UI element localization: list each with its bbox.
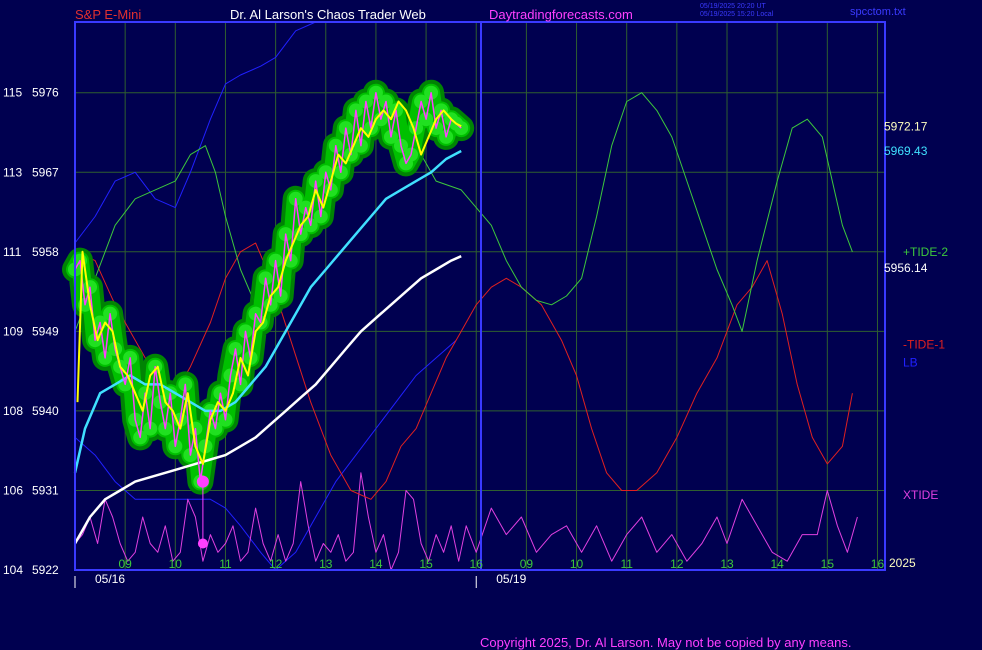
low-marker-dot [196, 475, 209, 488]
x-tick-label: 15 [419, 557, 433, 571]
low-marker-dot [197, 538, 208, 549]
right-value-label: 5972.17 [884, 120, 928, 134]
legend-label: +TIDE-2 [903, 245, 948, 259]
year-label: 2025 [889, 556, 916, 570]
x-tick-label: 16 [470, 557, 484, 571]
y-tick-label-a: 115 [3, 86, 22, 100]
x-tick-label: 16 [871, 557, 885, 571]
chart-background [0, 0, 982, 650]
legend-label: LB [903, 355, 918, 369]
x-tick-label: 10 [169, 557, 183, 571]
y-tick-label-b: 5922 [32, 563, 59, 577]
y-tick-label-a: 113 [3, 165, 22, 179]
y-tick-label-b: 5931 [32, 483, 59, 497]
x-tick-label: 10 [570, 557, 584, 571]
y-tick-label-a: 109 [3, 324, 23, 338]
date-label: 05/16 [95, 572, 125, 586]
y-tick-label-b: 5976 [32, 86, 59, 100]
x-tick-label: 12 [269, 557, 283, 571]
date-label: 05/19 [496, 572, 526, 586]
x-tick-label: 14 [770, 557, 784, 571]
site-link[interactable]: Daytradingforecasts.com [489, 7, 633, 22]
y-tick-label-b: 5958 [32, 245, 59, 259]
x-tick-label: 11 [219, 557, 232, 571]
y-tick-label-b: 5967 [32, 165, 59, 179]
x-tick-label: 11 [620, 557, 633, 571]
file-name: spcctom.txt [850, 6, 906, 18]
instrument-title: S&P E-Mini [75, 7, 141, 22]
right-value-label: 5956.14 [884, 261, 928, 275]
legend-label: XTIDE [903, 488, 938, 502]
x-tick-label: 13 [720, 557, 734, 571]
y-tick-label-a: 106 [3, 483, 23, 497]
timestamp-ut: 05/19/2025 20:20 UT [700, 3, 766, 10]
y-tick-label-a: 108 [3, 404, 23, 418]
x-tick-label: 12 [670, 557, 684, 571]
x-tick-label: 15 [821, 557, 835, 571]
y-tick-label-a: 111 [3, 245, 22, 259]
author-title: Dr. Al Larson's Chaos Trader Web [230, 7, 426, 22]
x-tick-label: 13 [319, 557, 333, 571]
legend-label: -TIDE-1 [903, 338, 945, 352]
y-tick-label-b: 5940 [32, 404, 59, 418]
y-tick-label-a: 104 [3, 563, 23, 577]
chart-canvas: S&P E-Mini Dr. Al Larson's Chaos Trader … [0, 0, 982, 650]
y-tick-label-b: 5949 [32, 324, 59, 338]
timestamp-local: 05/19/2025 15:20 Local [700, 11, 774, 18]
x-tick-label: 09 [520, 557, 534, 571]
copyright: Copyright 2025, Dr. Al Larson. May not b… [480, 635, 851, 650]
x-tick-label: 09 [118, 557, 132, 571]
right-value-label: 5969.43 [884, 144, 928, 158]
x-tick-label: 14 [369, 557, 383, 571]
